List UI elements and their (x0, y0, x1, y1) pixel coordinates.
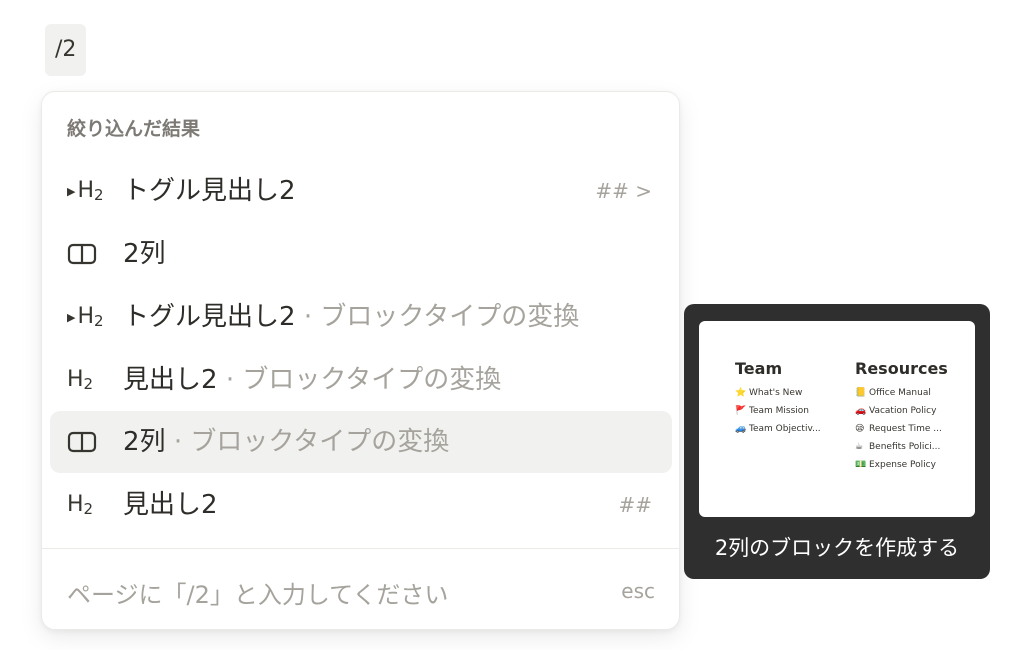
slash-command-menu: 絞り込んだ結果 ▶ H2 トグル見出し2 ## > 2列 ▶ H2 トグル見出し2 … (41, 91, 680, 630)
preview-right-column: Resources 📒 Office Manual 🚗 Vacation Polic… (855, 359, 948, 474)
menu-header: 絞り込んだ結果 (67, 118, 201, 140)
preview-list-item: 🚙 Team Objectiv... (735, 424, 821, 434)
menu-item-turn-into-2-columns[interactable]: 2列 · ブロックタイプの変換 (50, 411, 672, 473)
menu-item-label: 見出し2 · ブロックタイプの変換 (123, 365, 502, 395)
menu-item-toggle-heading-2[interactable]: ▶ H2 トグル見出し2 ## > (50, 160, 672, 222)
preview-list-item: 📒 Office Manual (855, 388, 931, 398)
notion-editor: /2 絞り込んだ結果 ▶ H2 トグル見出し2 ## > 2列 ▶ H2 トグル見出… (0, 0, 1024, 650)
preview-list-item: ☕ Benefits Polici... (855, 442, 941, 452)
preview-caption: 2列のブロックを作成する (714, 536, 960, 560)
toggle-heading-2-icon: ▶ H2 (67, 177, 104, 204)
menu-footer-hint[interactable]: ページに「/2」と入力してください (67, 575, 448, 610)
preview-list-item: 💵 Expense Policy (855, 460, 936, 470)
columns-icon (67, 411, 119, 473)
menu-footer-esc[interactable]: esc (621, 579, 655, 603)
heading-2-icon: H2 (67, 366, 94, 393)
slash-command-query[interactable]: /2 (45, 24, 87, 76)
columns-icon (67, 223, 119, 285)
menu-item-label: 見出し2 (123, 490, 218, 520)
block-preview-tooltip: Team ⭐ What's New 🚩 Team Mission 🚙 Team Obj… (684, 304, 990, 579)
toggle-heading-2-icon: ▶ H2 (67, 303, 104, 330)
preview-list-item: 😪 Request Time ... (855, 424, 942, 434)
preview-list-item: 🚩 Team Mission (735, 406, 810, 416)
menu-item-2-columns[interactable]: 2列 (50, 223, 672, 285)
menu-divider (42, 548, 679, 549)
menu-item-heading-2[interactable]: H2 見出し2 ## (50, 474, 672, 536)
menu-item-turn-into-heading-2[interactable]: H2 見出し2 · ブロックタイプの変換 (50, 349, 672, 411)
preview-list-item: 🚗 Vacation Policy (855, 406, 937, 416)
preview-list-item: ⭐ What's New (735, 388, 803, 398)
menu-item-label: トグル見出し2 · ブロックタイプの変換 (123, 302, 580, 332)
menu-item-shortcut: ## > (595, 179, 652, 203)
menu-item-shortcut: ## (618, 493, 652, 517)
preview-column-title: Resources (855, 359, 948, 378)
menu-item-label: 2列 (123, 239, 166, 269)
menu-item-label: トグル見出し2 (123, 176, 296, 206)
menu-item-label: 2列 · ブロックタイプの変換 (123, 427, 450, 457)
preview-left-column: Team ⭐ What's New 🚩 Team Mission 🚙 Team Obj… (735, 359, 821, 438)
heading-2-icon: H2 (67, 491, 94, 518)
preview-card: Team ⭐ What's New 🚩 Team Mission 🚙 Team Obj… (699, 321, 975, 517)
preview-column-title: Team (735, 359, 783, 378)
menu-item-turn-into-toggle-heading-2[interactable]: ▶ H2 トグル見出し2 · ブロックタイプの変換 (50, 286, 672, 348)
